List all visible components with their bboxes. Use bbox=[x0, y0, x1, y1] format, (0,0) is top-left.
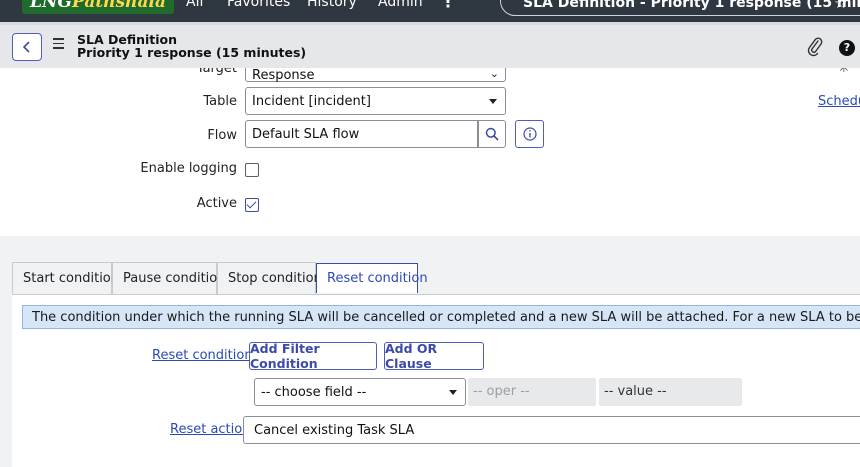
table-value: Incident [incident] bbox=[252, 94, 371, 109]
hamburger-menu-icon[interactable] bbox=[53, 38, 64, 52]
flow-input[interactable]: Default SLA flow bbox=[245, 120, 478, 148]
reset-action-value: Cancel existing Task SLA bbox=[254, 423, 415, 438]
tab-stop-condition[interactable]: Stop condition bbox=[217, 262, 322, 294]
table-select[interactable]: Incident [incident] bbox=[245, 87, 506, 115]
required-star-icon: ✳ bbox=[838, 68, 850, 76]
reset-condition-label-link[interactable]: Reset condition bbox=[152, 348, 253, 363]
choose-field-placeholder: -- choose field -- bbox=[261, 385, 367, 400]
reset-condition-panel: The condition under which the running SL… bbox=[12, 294, 860, 467]
tab-reset-condition[interactable]: Reset condition bbox=[316, 263, 428, 293]
reset-action-select[interactable]: Cancel existing Task SLA bbox=[243, 416, 860, 444]
top-nav: LNGPathshala All Favorites History Admin… bbox=[0, 0, 860, 22]
more-menu-icon[interactable]: ⋮ bbox=[440, 0, 456, 11]
enable-logging-checkbox[interactable] bbox=[245, 163, 259, 177]
chevron-down-icon: ⌄ bbox=[489, 68, 499, 80]
chevron-left-icon bbox=[22, 41, 30, 53]
add-filter-condition-button[interactable]: Add Filter Condition bbox=[249, 341, 377, 371]
target-value: Response bbox=[252, 68, 315, 83]
nav-favorites[interactable]: Favorites bbox=[227, 0, 290, 10]
favorite-star-icon[interactable]: ☆ bbox=[834, 0, 847, 12]
record-title-pill[interactable]: SLA Definition - Priority 1 response (15… bbox=[500, 0, 860, 16]
nav-history[interactable]: History bbox=[307, 0, 357, 10]
flow-lookup-button[interactable] bbox=[478, 120, 506, 148]
choose-field-select[interactable]: -- choose field -- bbox=[254, 378, 466, 406]
logo-prefix: LNG bbox=[30, 0, 73, 12]
target-select[interactable]: Response ⌄ bbox=[245, 68, 506, 83]
add-or-clause-button[interactable]: Add OR Clause bbox=[384, 341, 484, 371]
search-icon bbox=[485, 127, 499, 141]
help-icon[interactable]: ? bbox=[839, 40, 855, 56]
flow-value: Default SLA flow bbox=[252, 127, 360, 142]
tab-start-condition[interactable]: Start condition bbox=[12, 262, 119, 294]
form-body: Target Response ⌄ Table Incident [incide… bbox=[10, 68, 860, 236]
info-icon bbox=[522, 127, 537, 141]
value-input[interactable]: -- value -- bbox=[599, 378, 742, 406]
record-name: Priority 1 response (15 minutes) bbox=[77, 45, 307, 60]
logo[interactable]: LNGPathshala bbox=[22, 0, 174, 14]
info-message: The condition under which the running SL… bbox=[22, 305, 860, 329]
reset-action-label-link[interactable]: Reset action bbox=[170, 422, 250, 437]
active-label: Active bbox=[196, 196, 237, 211]
flow-info-button[interactable] bbox=[515, 120, 544, 148]
nav-all[interactable]: All bbox=[186, 0, 203, 10]
enable-logging-label: Enable logging bbox=[140, 161, 237, 176]
form-header: SLA Definition Priority 1 response (15 m… bbox=[0, 22, 860, 68]
target-label: Target bbox=[196, 68, 237, 76]
active-checkbox[interactable] bbox=[245, 198, 259, 212]
caret-down-icon bbox=[449, 390, 457, 395]
tab-pause-condition[interactable]: Pause condition bbox=[112, 262, 225, 294]
logo-suffix: Pathshala bbox=[72, 0, 166, 12]
paperclip-icon[interactable] bbox=[806, 36, 824, 58]
nav-admin[interactable]: Admin bbox=[378, 0, 423, 10]
schedule-link[interactable]: Schedul bbox=[818, 94, 860, 109]
flow-label: Flow bbox=[207, 128, 237, 143]
operator-select[interactable]: -- oper -- bbox=[468, 378, 596, 406]
conditions-section: Start condition Pause condition Stop con… bbox=[0, 236, 860, 467]
caret-down-icon bbox=[489, 99, 497, 104]
table-label: Table bbox=[203, 94, 237, 109]
back-button[interactable] bbox=[12, 33, 42, 61]
form-title: SLA Definition Priority 1 response (15 m… bbox=[77, 33, 306, 59]
